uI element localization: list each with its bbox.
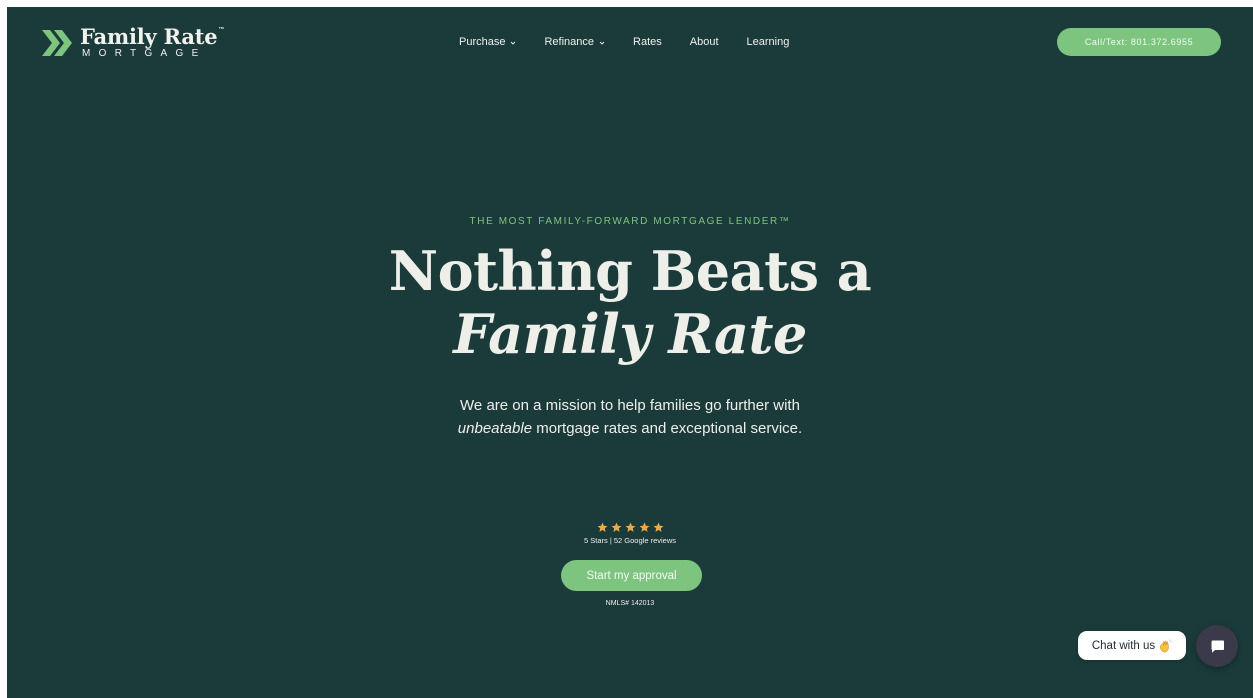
nav-item-label: Purchase bbox=[459, 36, 506, 48]
call-text-button[interactable]: Call/Text: 801.372.6955 bbox=[1057, 28, 1221, 56]
chat-bubble-label: Chat with us bbox=[1091, 639, 1156, 652]
hero-headline: Nothing Beats a Family Rate bbox=[7, 240, 1253, 366]
nav-item-refinance[interactable]: Refinance bbox=[544, 34, 605, 50]
nav-item-about[interactable]: About bbox=[690, 34, 719, 50]
rating-stars bbox=[7, 522, 1253, 533]
nav-item-label: About bbox=[689, 36, 719, 48]
hero-subcopy: We are on a mission to help families go … bbox=[7, 394, 1253, 440]
subcopy-emphasis: unbeatable bbox=[457, 420, 533, 437]
reviews-summary[interactable]: 5 Stars | 52 Google reviews bbox=[7, 536, 1253, 545]
logo-trademark: ™ bbox=[218, 27, 225, 33]
waving-hand-icon bbox=[1160, 638, 1172, 652]
start-approval-button[interactable]: Start my approval bbox=[561, 560, 702, 591]
star-icon bbox=[611, 522, 621, 532]
star-icon bbox=[639, 522, 649, 532]
logo-wordmark: Family Rate™ MORTGAGE bbox=[80, 26, 224, 59]
chevron-down-icon bbox=[511, 41, 516, 45]
nav-item-learning[interactable]: Learning bbox=[747, 34, 790, 50]
chat-launcher-button[interactable] bbox=[1196, 625, 1238, 667]
double-chevron-logo-icon bbox=[42, 29, 72, 56]
nav-item-label: Refinance bbox=[544, 36, 595, 48]
nav-item-label: Learning bbox=[746, 36, 790, 48]
subcopy-line-1: We are on a mission to help families go … bbox=[460, 397, 800, 414]
nmls-number: NMLS# 142013 bbox=[605, 600, 655, 607]
hero-eyebrow: THE MOST FAMILY-FORWARD MORTGAGE LENDER™ bbox=[469, 216, 791, 227]
subcopy-line-2: mortgage rates and exceptional service. bbox=[532, 420, 803, 437]
star-icon bbox=[597, 522, 607, 532]
headline-line-2: Family Rate bbox=[453, 302, 807, 366]
chat-icon bbox=[1211, 640, 1224, 653]
headline-line-1: Nothing Beats a bbox=[388, 239, 872, 303]
star-icon bbox=[653, 522, 663, 532]
star-icon bbox=[625, 522, 635, 532]
brand-logo[interactable]: Family Rate™ MORTGAGE bbox=[40, 26, 224, 59]
chevron-down-icon bbox=[599, 41, 605, 45]
logo-main-text: Family Rate™ bbox=[80, 26, 224, 47]
main-nav: Purchase Refinance Rates About Learning bbox=[459, 34, 789, 50]
page-frame: Family Rate™ MORTGAGE Purchase Refinance R… bbox=[7, 7, 1253, 698]
nav-item-rates[interactable]: Rates bbox=[633, 34, 662, 50]
nav-item-purchase[interactable]: Purchase bbox=[459, 34, 516, 50]
nav-item-label: Rates bbox=[633, 36, 662, 48]
chat-with-us-bubble[interactable]: Chat with us bbox=[1078, 631, 1186, 660]
logo-subtext: MORTGAGE bbox=[82, 48, 207, 59]
logo-name: Family Rate bbox=[80, 24, 218, 49]
